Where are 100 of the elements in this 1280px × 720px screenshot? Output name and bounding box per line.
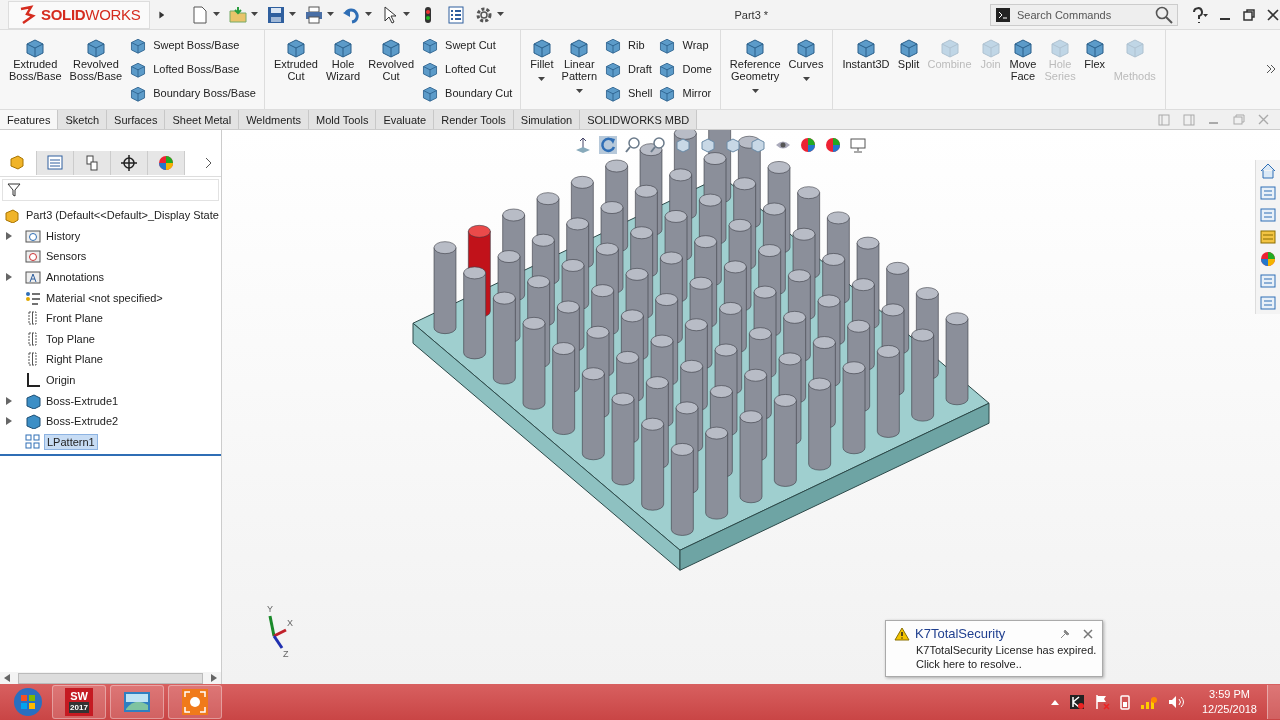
tab[interactable]: Evaluate (376, 110, 435, 129)
network-icon[interactable] (1139, 694, 1158, 710)
tree-item[interactable]: History (44, 228, 83, 243)
ribbon-button[interactable]: Lofted Boss/Base (129, 60, 256, 78)
tree-item[interactable]: LPattern1 (44, 433, 98, 450)
ribbon-button[interactable]: Swept Cut (421, 36, 513, 54)
dropdown-caret-icon[interactable] (289, 12, 297, 17)
cube-icon[interactable] (724, 136, 742, 154)
dropdown-caret-icon[interactable] (251, 12, 259, 17)
tab[interactable]: Mold Tools (309, 110, 377, 129)
tree-item[interactable]: Right Plane (44, 352, 105, 367)
zoom-icon[interactable] (624, 136, 642, 154)
ribbon-button[interactable]: Curves (787, 36, 825, 82)
scroll-left-icon[interactable] (4, 674, 10, 682)
tile-left-icon[interactable] (1157, 113, 1170, 126)
zoom-area-icon[interactable] (649, 136, 667, 154)
ribbon-button[interactable]: Hole Wizard (324, 36, 362, 82)
security-app-icon[interactable] (1068, 694, 1085, 710)
tile-right-icon[interactable] (1182, 113, 1195, 126)
expand-arrow-icon[interactable] (6, 396, 12, 405)
scroll-right-icon[interactable] (205, 157, 213, 169)
taskbar-app[interactable] (110, 685, 164, 719)
ribbon-button[interactable]: Extruded Cut (272, 36, 319, 82)
close-icon[interactable] (1266, 7, 1280, 22)
dropdown-caret-icon[interactable] (575, 89, 583, 94)
ribbon-button[interactable]: Wrap (658, 36, 712, 54)
tab[interactable]: Sketch (58, 110, 108, 129)
tab[interactable]: Sheet Metal (165, 110, 240, 129)
ribbon-button[interactable]: Lofted Cut (421, 60, 513, 78)
panel-tab[interactable] (111, 151, 148, 175)
tab[interactable]: SOLIDWORKS MBD (580, 110, 698, 129)
cube-icon[interactable] (699, 136, 717, 154)
dropdown-caret-icon[interactable] (751, 89, 759, 94)
filter-field[interactable] (2, 179, 219, 201)
expand-arrow-icon[interactable] (6, 273, 12, 282)
tree-item[interactable]: Part3 (Default<<Default>_Display State (24, 208, 221, 223)
ribbon-button[interactable]: Extruded Boss/Base (8, 36, 63, 82)
volume-icon[interactable] (1166, 694, 1185, 710)
expand-arrow-icon[interactable] (6, 417, 12, 426)
tree-item[interactable]: Material <not specified> (44, 290, 165, 305)
sphere-icon[interactable] (799, 136, 817, 154)
ribbon-button[interactable]: Draft (604, 60, 653, 78)
save-icon[interactable] (266, 4, 287, 25)
tree-item[interactable]: Front Plane (44, 311, 105, 326)
scroll-right-icon[interactable] (211, 674, 217, 682)
ribbon-button[interactable]: Split (896, 36, 921, 70)
tab[interactable]: Render Tools (434, 110, 514, 129)
ribbon-button[interactable]: Revolved Boss/Base (68, 36, 124, 82)
ribbon-button[interactable]: Dome (658, 60, 712, 78)
dropdown-caret-icon[interactable] (538, 77, 546, 82)
print-icon[interactable] (304, 4, 325, 25)
tab[interactable]: Weldments (239, 110, 309, 129)
wrench-icon[interactable] (1059, 627, 1071, 640)
notification-balloon[interactable]: K7TotalSecurity K7TotalSecurity License has expired. Click here to resolve.. (885, 620, 1103, 677)
sphere-icon[interactable] (824, 136, 842, 154)
taskbar-app[interactable] (168, 685, 222, 719)
home-icon[interactable] (1259, 162, 1277, 180)
tab[interactable]: Surfaces (107, 110, 166, 129)
ribbon-button[interactable]: Boundary Cut (421, 84, 513, 102)
ribbon-button[interactable]: Mirror (658, 84, 712, 102)
dropdown-caret-icon[interactable] (213, 12, 221, 17)
tree-item[interactable]: Boss-Extrude2 (44, 414, 121, 429)
monitor-icon[interactable] (849, 136, 867, 154)
tab[interactable]: Features (0, 110, 59, 129)
tree-item[interactable]: Sensors (44, 249, 89, 264)
flag-icon[interactable] (1093, 694, 1110, 710)
ribbon-button[interactable]: Swept Boss/Base (129, 36, 256, 54)
scrollbar-thumb[interactable] (18, 672, 203, 684)
ribbon-button[interactable]: Shell (604, 84, 653, 102)
expand-arrow-icon[interactable] (6, 231, 12, 240)
view-cube-icon[interactable] (749, 136, 767, 154)
dropdown-caret-icon[interactable] (403, 12, 411, 17)
search-field[interactable]: Search Commands (990, 3, 1178, 26)
tree-item[interactable]: Top Plane (44, 331, 97, 346)
clock[interactable]: 3:59 PM 12/25/2018 (1201, 687, 1257, 717)
ribbon-button[interactable]: Linear Pattern (560, 36, 598, 94)
dropdown-caret-icon[interactable] (327, 12, 335, 17)
ribbon-button[interactable]: Boundary Boss/Base (129, 84, 256, 102)
ribbon-button[interactable]: Revolved Cut (367, 36, 416, 82)
appearance-icon[interactable] (1259, 250, 1277, 268)
notification-message[interactable]: K7TotalSecurity License has expired. Click here to resolve.. (894, 643, 1094, 671)
ribbon-button[interactable]: Flex (1082, 36, 1107, 70)
dropdown-caret-icon[interactable] (365, 12, 373, 17)
dropdown-caret-icon[interactable] (802, 77, 810, 82)
search-icon[interactable] (1155, 5, 1173, 24)
ribbon-button[interactable]: Move Face (1008, 36, 1038, 82)
orient-icon[interactable] (574, 136, 592, 154)
tree-item[interactable]: Origin (44, 373, 78, 388)
ribbon-button[interactable]: Rib (604, 36, 653, 54)
list-icon[interactable] (446, 4, 467, 25)
battery-icon[interactable] (1118, 694, 1131, 710)
tab[interactable]: Simulation (513, 110, 581, 129)
library-icon[interactable] (1259, 228, 1277, 246)
tree-item[interactable]: Boss-Extrude1 (44, 393, 121, 408)
dropdown-caret-icon[interactable] (497, 12, 505, 17)
show-hidden-icons-icon[interactable] (1049, 698, 1060, 706)
ribbon-button[interactable]: Fillet (529, 36, 555, 82)
rotate-icon[interactable] (599, 136, 617, 154)
horizontal-scrollbar[interactable] (0, 672, 221, 684)
ribbon-button[interactable]: Instant3D (841, 36, 891, 70)
